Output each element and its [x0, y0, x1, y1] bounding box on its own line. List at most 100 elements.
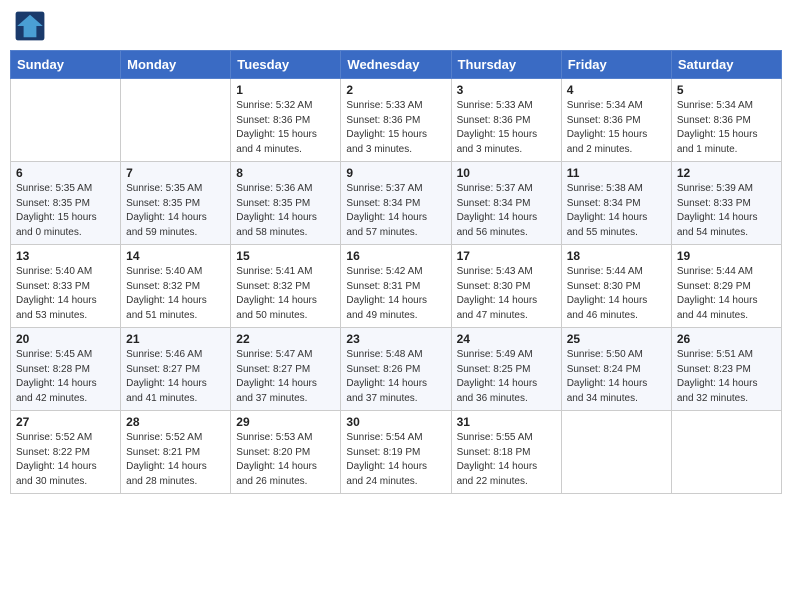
cell-daylight-info: Sunrise: 5:34 AMSunset: 8:36 PMDaylight:… — [567, 99, 666, 157]
weekday-header-friday: Friday — [561, 51, 671, 79]
day-number: 29 — [236, 415, 335, 429]
calendar-cell: 30 Sunrise: 5:54 AMSunset: 8:19 PMDayligh… — [341, 411, 451, 494]
cell-daylight-info: Sunrise: 5:52 AMSunset: 8:21 PMDaylight:… — [126, 431, 225, 489]
day-number: 7 — [126, 166, 225, 180]
calendar-week-5: 27 Sunrise: 5:52 AMSunset: 8:22 PMDayligh… — [11, 411, 782, 494]
calendar-cell: 15 Sunrise: 5:41 AMSunset: 8:32 PMDayligh… — [231, 245, 341, 328]
calendar-week-2: 6Sunrise: 5:35 AMSunset: 8:35 PMDaylight… — [11, 162, 782, 245]
calendar-cell: 22 Sunrise: 5:47 AMSunset: 8:27 PMDayligh… — [231, 328, 341, 411]
day-number: 2 — [346, 83, 445, 97]
cell-daylight-info: Sunrise: 5:52 AMSunset: 8:22 PMDaylight:… — [16, 431, 115, 489]
day-number: 26 — [677, 332, 776, 346]
calendar-cell: 1 Sunrise: 5:32 AMSunset: 8:36 PMDaylight… — [231, 79, 341, 162]
calendar-cell: 28 Sunrise: 5:52 AMSunset: 8:21 PMDayligh… — [121, 411, 231, 494]
logo — [14, 10, 50, 42]
calendar-cell: 14 Sunrise: 5:40 AMSunset: 8:32 PMDayligh… — [121, 245, 231, 328]
calendar-cell: 11Sunrise: 5:38 AMSunset: 8:34 PMDayligh… — [561, 162, 671, 245]
calendar-cell: 23 Sunrise: 5:48 AMSunset: 8:26 PMDayligh… — [341, 328, 451, 411]
day-number: 19 — [677, 249, 776, 263]
day-number: 3 — [457, 83, 556, 97]
day-number: 14 — [126, 249, 225, 263]
day-number: 27 — [16, 415, 115, 429]
day-number: 28 — [126, 415, 225, 429]
day-number: 30 — [346, 415, 445, 429]
calendar-cell: 8 Sunrise: 5:36 AMSunset: 8:35 PMDaylight… — [231, 162, 341, 245]
day-number: 1 — [236, 83, 335, 97]
calendar-cell: 4 Sunrise: 5:34 AMSunset: 8:36 PMDaylight… — [561, 79, 671, 162]
cell-daylight-info: Sunrise: 5:39 AMSunset: 8:33 PMDaylight:… — [677, 182, 776, 240]
cell-daylight-info: Sunrise: 5:41 AMSunset: 8:32 PMDaylight:… — [236, 265, 335, 323]
cell-daylight-info: Sunrise: 5:40 AMSunset: 8:32 PMDaylight:… — [126, 265, 225, 323]
calendar-cell: 19 Sunrise: 5:44 AMSunset: 8:29 PMDayligh… — [671, 245, 781, 328]
cell-daylight-info: Sunrise: 5:36 AMSunset: 8:35 PMDaylight:… — [236, 182, 335, 240]
day-number: 23 — [346, 332, 445, 346]
calendar-table: SundayMondayTuesdayWednesdayThursdayFrid… — [10, 50, 782, 494]
cell-daylight-info: Sunrise: 5:33 AMSunset: 8:36 PMDaylight:… — [346, 99, 445, 157]
calendar-cell: 25 Sunrise: 5:50 AMSunset: 8:24 PMDayligh… — [561, 328, 671, 411]
logo-icon — [14, 10, 46, 42]
cell-daylight-info: Sunrise: 5:34 AMSunset: 8:36 PMDaylight:… — [677, 99, 776, 157]
cell-daylight-info: Sunrise: 5:35 AMSunset: 8:35 PMDaylight:… — [16, 182, 115, 240]
cell-daylight-info: Sunrise: 5:46 AMSunset: 8:27 PMDaylight:… — [126, 348, 225, 406]
day-number: 5 — [677, 83, 776, 97]
calendar-week-3: 13 Sunrise: 5:40 AMSunset: 8:33 PMDayligh… — [11, 245, 782, 328]
calendar-cell: 9Sunrise: 5:37 AMSunset: 8:34 PMDaylight… — [341, 162, 451, 245]
calendar-cell — [121, 79, 231, 162]
cell-daylight-info: Sunrise: 5:43 AMSunset: 8:30 PMDaylight:… — [457, 265, 556, 323]
calendar-cell — [11, 79, 121, 162]
calendar-cell: 12 Sunrise: 5:39 AMSunset: 8:33 PMDayligh… — [671, 162, 781, 245]
day-number: 24 — [457, 332, 556, 346]
calendar-cell: 3Sunrise: 5:33 AMSunset: 8:36 PMDaylight… — [451, 79, 561, 162]
day-number: 20 — [16, 332, 115, 346]
day-number: 17 — [457, 249, 556, 263]
cell-daylight-info: Sunrise: 5:55 AMSunset: 8:18 PMDaylight:… — [457, 431, 556, 489]
weekday-header-wednesday: Wednesday — [341, 51, 451, 79]
cell-daylight-info: Sunrise: 5:35 AMSunset: 8:35 PMDaylight:… — [126, 182, 225, 240]
page-header — [10, 10, 782, 42]
day-number: 25 — [567, 332, 666, 346]
day-number: 13 — [16, 249, 115, 263]
calendar-cell: 16 Sunrise: 5:42 AMSunset: 8:31 PMDayligh… — [341, 245, 451, 328]
calendar-header: SundayMondayTuesdayWednesdayThursdayFrid… — [11, 51, 782, 79]
calendar-cell: 2 Sunrise: 5:33 AMSunset: 8:36 PMDaylight… — [341, 79, 451, 162]
cell-daylight-info: Sunrise: 5:42 AMSunset: 8:31 PMDaylight:… — [346, 265, 445, 323]
cell-daylight-info: Sunrise: 5:49 AMSunset: 8:25 PMDaylight:… — [457, 348, 556, 406]
cell-daylight-info: Sunrise: 5:44 AMSunset: 8:29 PMDaylight:… — [677, 265, 776, 323]
calendar-cell: 29 Sunrise: 5:53 AMSunset: 8:20 PMDayligh… — [231, 411, 341, 494]
cell-daylight-info: Sunrise: 5:50 AMSunset: 8:24 PMDaylight:… — [567, 348, 666, 406]
cell-daylight-info: Sunrise: 5:38 AMSunset: 8:34 PMDaylight:… — [567, 182, 666, 240]
day-number: 15 — [236, 249, 335, 263]
day-number: 12 — [677, 166, 776, 180]
calendar-cell — [671, 411, 781, 494]
day-number: 21 — [126, 332, 225, 346]
calendar-cell: 26 Sunrise: 5:51 AMSunset: 8:23 PMDayligh… — [671, 328, 781, 411]
weekday-header-sunday: Sunday — [11, 51, 121, 79]
cell-daylight-info: Sunrise: 5:40 AMSunset: 8:33 PMDaylight:… — [16, 265, 115, 323]
calendar-cell: 24 Sunrise: 5:49 AMSunset: 8:25 PMDayligh… — [451, 328, 561, 411]
calendar-cell: 21 Sunrise: 5:46 AMSunset: 8:27 PMDayligh… — [121, 328, 231, 411]
cell-daylight-info: Sunrise: 5:53 AMSunset: 8:20 PMDaylight:… — [236, 431, 335, 489]
calendar-week-1: 1 Sunrise: 5:32 AMSunset: 8:36 PMDaylight… — [11, 79, 782, 162]
calendar-cell: 6Sunrise: 5:35 AMSunset: 8:35 PMDaylight… — [11, 162, 121, 245]
calendar-cell: 5 Sunrise: 5:34 AMSunset: 8:36 PMDaylight… — [671, 79, 781, 162]
day-number: 22 — [236, 332, 335, 346]
cell-daylight-info: Sunrise: 5:44 AMSunset: 8:30 PMDaylight:… — [567, 265, 666, 323]
cell-daylight-info: Sunrise: 5:47 AMSunset: 8:27 PMDaylight:… — [236, 348, 335, 406]
cell-daylight-info: Sunrise: 5:54 AMSunset: 8:19 PMDaylight:… — [346, 431, 445, 489]
day-number: 8 — [236, 166, 335, 180]
calendar-cell: 13 Sunrise: 5:40 AMSunset: 8:33 PMDayligh… — [11, 245, 121, 328]
day-number: 18 — [567, 249, 666, 263]
cell-daylight-info: Sunrise: 5:51 AMSunset: 8:23 PMDaylight:… — [677, 348, 776, 406]
cell-daylight-info: Sunrise: 5:48 AMSunset: 8:26 PMDaylight:… — [346, 348, 445, 406]
day-number: 10 — [457, 166, 556, 180]
calendar-cell — [561, 411, 671, 494]
day-number: 4 — [567, 83, 666, 97]
calendar-cell: 31Sunrise: 5:55 AMSunset: 8:18 PMDayligh… — [451, 411, 561, 494]
day-number: 16 — [346, 249, 445, 263]
cell-daylight-info: Sunrise: 5:45 AMSunset: 8:28 PMDaylight:… — [16, 348, 115, 406]
weekday-header-row: SundayMondayTuesdayWednesdayThursdayFrid… — [11, 51, 782, 79]
weekday-header-saturday: Saturday — [671, 51, 781, 79]
weekday-header-thursday: Thursday — [451, 51, 561, 79]
weekday-header-tuesday: Tuesday — [231, 51, 341, 79]
cell-daylight-info: Sunrise: 5:32 AMSunset: 8:36 PMDaylight:… — [236, 99, 335, 157]
